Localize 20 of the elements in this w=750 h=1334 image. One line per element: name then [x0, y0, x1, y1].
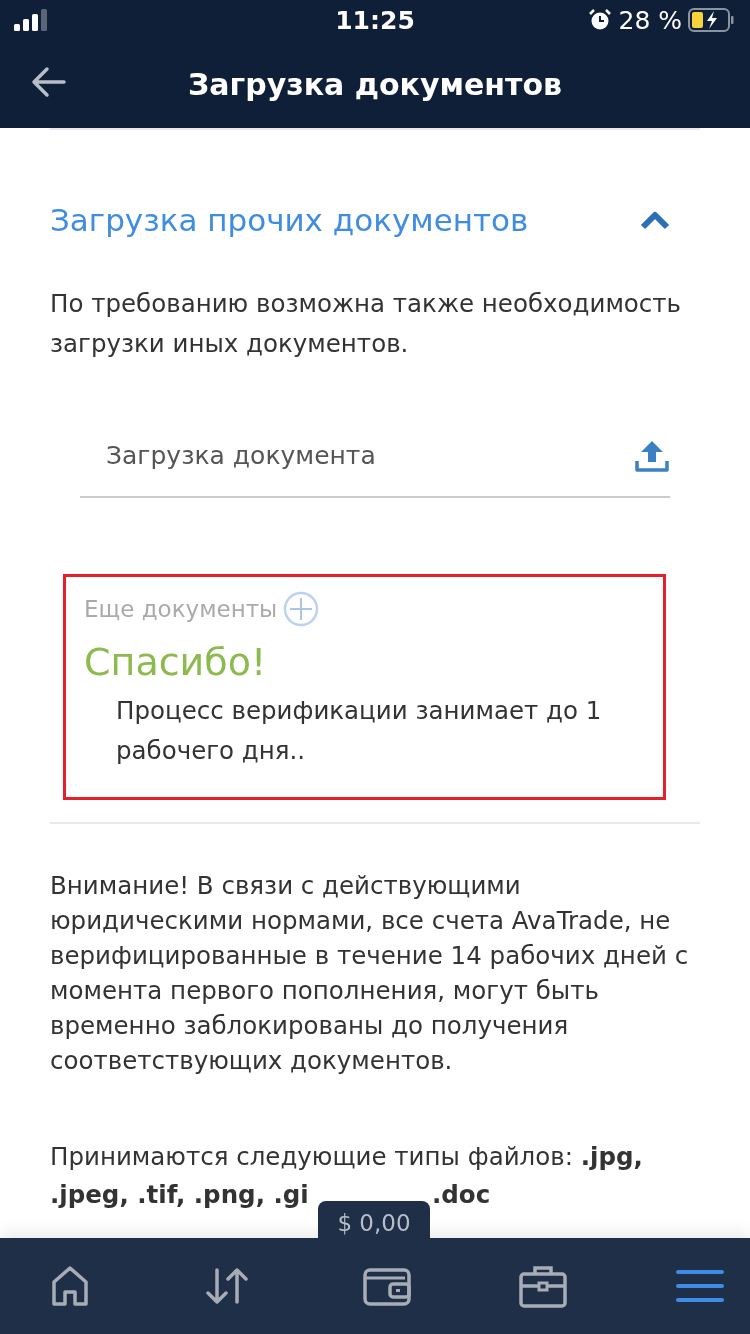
- file-types-text: .jpeg, .tif, .png, .gi: [50, 1179, 310, 1211]
- back-arrow-icon[interactable]: [30, 66, 66, 98]
- file-types-text: .doc: [432, 1179, 492, 1211]
- upload-field[interactable]: Загрузка документа: [104, 435, 634, 477]
- file-types-text: Принимаются следующие типы файлов: .jpg,: [50, 1141, 644, 1173]
- alarm-icon: [588, 8, 613, 32]
- balance-tab[interactable]: $ 0,00: [318, 1201, 430, 1241]
- upload-icon[interactable]: [634, 439, 670, 473]
- section-description: По требованию возможна также необходимость загрузки иных документов.: [50, 288, 683, 360]
- notice-text: Внимание! В связи с действующими юридическими нормами, все счета AvaTrade, не верифицированные в течение 14 рабочих дней с момента первого пополнения, могут быть временно заблокированы до получения соответствующих документов.: [50, 870, 690, 1077]
- more-documents-label: Еще документы: [84, 595, 278, 624]
- briefcase-icon[interactable]: [518, 1264, 570, 1308]
- chevron-up-icon[interactable]: [640, 210, 670, 230]
- battery-charging-icon: [688, 8, 734, 32]
- battery-percent: 28 %: [618, 5, 682, 35]
- page-title: Загрузка документов: [187, 66, 563, 102]
- thanks-heading: Спасибо!: [84, 639, 268, 686]
- verification-message: Процесс верификации занимает до 1 рабочего дня..: [116, 695, 603, 767]
- signal-icon: [14, 9, 48, 31]
- status-time: 11:25: [334, 6, 416, 35]
